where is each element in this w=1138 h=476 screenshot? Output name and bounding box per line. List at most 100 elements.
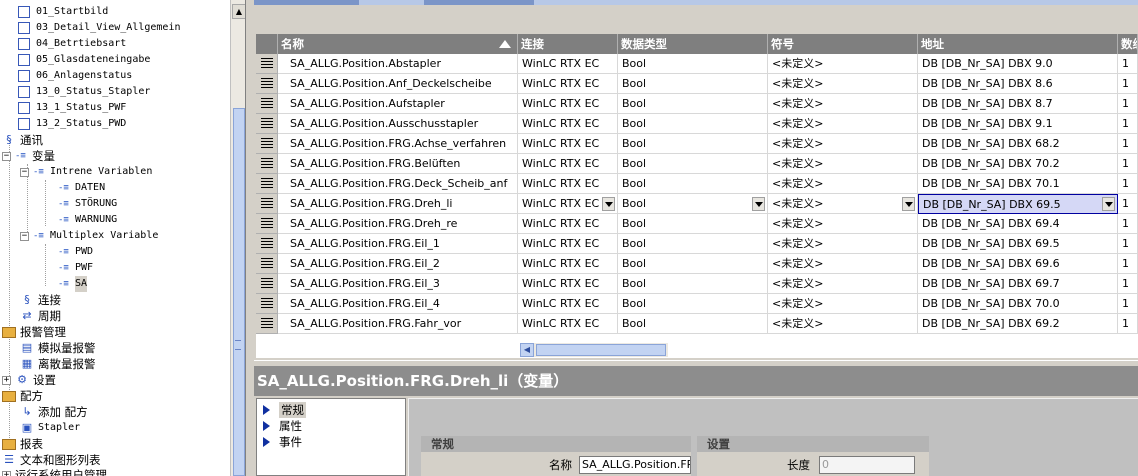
cell-symbol[interactable]: <未定义> — [768, 134, 918, 154]
cell-name[interactable]: SA_ALLG.Position.FRG.Eil_2 — [278, 254, 518, 274]
row-header[interactable] — [256, 214, 278, 234]
cell-conn[interactable]: WinLC RTX EC — [518, 54, 618, 74]
cell-conn[interactable]: WinLC RTX EC — [518, 234, 618, 254]
dropdown-arrow-icon[interactable] — [752, 197, 765, 211]
cell-symbol[interactable]: <未定义> — [768, 194, 918, 214]
cell-type[interactable]: Bool — [618, 174, 768, 194]
tree-item-screen-04[interactable]: 04_Betrtiebsart — [18, 36, 126, 52]
cell-count[interactable]: 1 — [1118, 294, 1138, 314]
cell-name[interactable]: SA_ALLG.Position.FRG.Dreh_re — [278, 214, 518, 234]
tree-vertical-scrollbar[interactable]: ▲ — [230, 0, 245, 476]
cell-addr[interactable]: DB [DB_Nr_SA] DBX 9.1 — [918, 114, 1118, 134]
row-header[interactable] — [256, 54, 278, 74]
row-header[interactable] — [256, 94, 278, 114]
tree-item-text-graphic-lists[interactable]: ☰ 文本和图形列表 — [2, 452, 100, 468]
cell-count[interactable]: 1 — [1118, 194, 1138, 214]
table-row[interactable]: SA_ALLG.Position.Anf_Deckelscheibe WinLC … — [256, 74, 1138, 94]
cell-name[interactable]: SA_ALLG.Position.Anf_Deckelscheibe — [278, 74, 518, 94]
expand-icon[interactable]: + — [2, 470, 11, 476]
name-field[interactable]: SA_ALLG.Position.FR — [579, 456, 691, 474]
cell-symbol[interactable]: <未定义> — [768, 214, 918, 234]
cell-symbol[interactable]: <未定义> — [768, 254, 918, 274]
column-header-datatype[interactable]: 数据类型 — [618, 34, 768, 54]
grid-horizontal-scrollbar[interactable]: ◀ — [520, 343, 668, 357]
tree-item-tags[interactable]: − -≡ 变量 — [2, 148, 55, 164]
cell-addr[interactable]: DB [DB_Nr_SA] DBX 69.5 — [918, 194, 1118, 214]
tree-item-cycles[interactable]: ⇄ 周期 — [20, 308, 61, 324]
table-row[interactable]: SA_ALLG.Position.FRG.Achse_verfahren WinL… — [256, 134, 1138, 154]
table-row[interactable]: SA_ALLG.Position.FRG.Deck_Scheib_anf WinL… — [256, 174, 1138, 194]
scroll-left-icon[interactable]: ◀ — [520, 343, 534, 357]
cell-conn[interactable]: WinLC RTX EC — [518, 214, 618, 234]
cell-type[interactable]: Bool — [618, 234, 768, 254]
column-header-name[interactable]: 名称 — [278, 34, 518, 54]
cell-addr[interactable]: DB [DB_Nr_SA] DBX 70.2 — [918, 154, 1118, 174]
cell-conn[interactable]: WinLC RTX EC — [518, 254, 618, 274]
cell-conn[interactable]: WinLC RTX EC — [518, 174, 618, 194]
cell-count[interactable]: 1 — [1118, 254, 1138, 274]
cell-addr[interactable]: DB [DB_Nr_SA] DBX 70.0 — [918, 294, 1118, 314]
editor-tab-1[interactable] — [254, 0, 359, 5]
cell-symbol[interactable]: <未定义> — [768, 314, 918, 334]
cell-symbol[interactable]: <未定义> — [768, 114, 918, 134]
nav-item-properties[interactable]: 属性 — [263, 418, 302, 434]
cell-count[interactable]: 1 — [1118, 134, 1138, 154]
cell-name[interactable]: SA_ALLG.Position.Aufstapler — [278, 94, 518, 114]
row-header[interactable] — [256, 234, 278, 254]
cell-type[interactable]: Bool — [618, 214, 768, 234]
cell-count[interactable]: 1 — [1118, 114, 1138, 134]
cell-symbol[interactable]: <未定义> — [768, 74, 918, 94]
column-header-symbol[interactable]: 符号 — [768, 34, 918, 54]
cell-symbol[interactable]: <未定义> — [768, 94, 918, 114]
tree-item-screen-06[interactable]: 06_Anlagenstatus — [18, 68, 132, 84]
table-row[interactable]: SA_ALLG.Position.Ausschusstapler WinLC RT… — [256, 114, 1138, 134]
cell-count[interactable]: 1 — [1118, 54, 1138, 74]
row-header[interactable] — [256, 174, 278, 194]
column-header-array-count[interactable]: 数组 — [1118, 34, 1138, 54]
cell-symbol[interactable]: <未定义> — [768, 234, 918, 254]
cell-symbol[interactable]: <未定义> — [768, 174, 918, 194]
tree-item-stoerung[interactable]: -≡ STÖRUNG — [58, 196, 117, 212]
tree-item-communication[interactable]: § 通讯 — [2, 132, 43, 148]
cell-type[interactable]: Bool — [618, 254, 768, 274]
cell-name[interactable]: SA_ALLG.Position.Abstapler — [278, 54, 518, 74]
cell-name[interactable]: SA_ALLG.Position.FRG.Fahr_vor — [278, 314, 518, 334]
row-header[interactable] — [256, 154, 278, 174]
cell-count[interactable]: 1 — [1118, 234, 1138, 254]
cell-addr[interactable]: DB [DB_Nr_SA] DBX 68.2 — [918, 134, 1118, 154]
cell-type[interactable]: Bool — [618, 74, 768, 94]
table-row[interactable]: SA_ALLG.Position.Aufstapler WinLC RTX EC B… — [256, 94, 1138, 114]
tree-item-sa[interactable]: -≡ SA — [58, 276, 88, 292]
tree-item-multiplex-variable[interactable]: − -≡ Multiplex Variable — [20, 228, 158, 244]
dropdown-arrow-icon[interactable] — [902, 197, 915, 211]
cell-name[interactable]: SA_ALLG.Position.FRG.Eil_3 — [278, 274, 518, 294]
cell-conn[interactable]: WinLC RTX EC — [518, 134, 618, 154]
tree-item-pwd[interactable]: -≡ PWD — [58, 244, 93, 260]
cell-name[interactable]: SA_ALLG.Position.FRG.Dreh_li — [278, 194, 518, 214]
cell-addr[interactable]: DB [DB_Nr_SA] DBX 8.6 — [918, 74, 1118, 94]
row-header[interactable] — [256, 254, 278, 274]
scroll-thumb[interactable] — [536, 344, 666, 356]
cell-conn[interactable]: WinLC RTX EC — [518, 94, 618, 114]
cell-addr[interactable]: DB [DB_Nr_SA] DBX 69.7 — [918, 274, 1118, 294]
tree-item-settings[interactable]: + ⚙ 设置 — [2, 372, 56, 388]
tree-item-daten[interactable]: -≡ DATEN — [58, 180, 105, 196]
dropdown-arrow-icon[interactable] — [602, 197, 615, 211]
cell-count[interactable]: 1 — [1118, 154, 1138, 174]
cell-count[interactable]: 1 — [1118, 94, 1138, 114]
row-header[interactable] — [256, 314, 278, 334]
cell-conn[interactable]: WinLC RTX EC — [518, 314, 618, 334]
row-header[interactable] — [256, 134, 278, 154]
table-row[interactable]: SA_ALLG.Position.FRG.Eil_1 WinLC RTX EC Bo… — [256, 234, 1138, 254]
table-row[interactable]: SA_ALLG.Position.FRG.Fahr_vor WinLC RTX E… — [256, 314, 1138, 334]
cell-addr[interactable]: DB [DB_Nr_SA] DBX 70.1 — [918, 174, 1118, 194]
cell-conn[interactable]: WinLC RTX EC — [518, 154, 618, 174]
nav-item-events[interactable]: 事件 — [263, 434, 302, 450]
cell-count[interactable]: 1 — [1118, 174, 1138, 194]
table-row[interactable]: SA_ALLG.Position.Abstapler WinLC RTX EC Bo… — [256, 54, 1138, 74]
cell-name[interactable]: SA_ALLG.Position.FRG.Eil_1 — [278, 234, 518, 254]
tree-item-reports[interactable]: 报表 — [2, 436, 43, 452]
cell-type[interactable]: Bool — [618, 94, 768, 114]
cell-type[interactable]: Bool — [618, 314, 768, 334]
tree-item-screen-01[interactable]: 01_Startbild — [18, 4, 108, 20]
